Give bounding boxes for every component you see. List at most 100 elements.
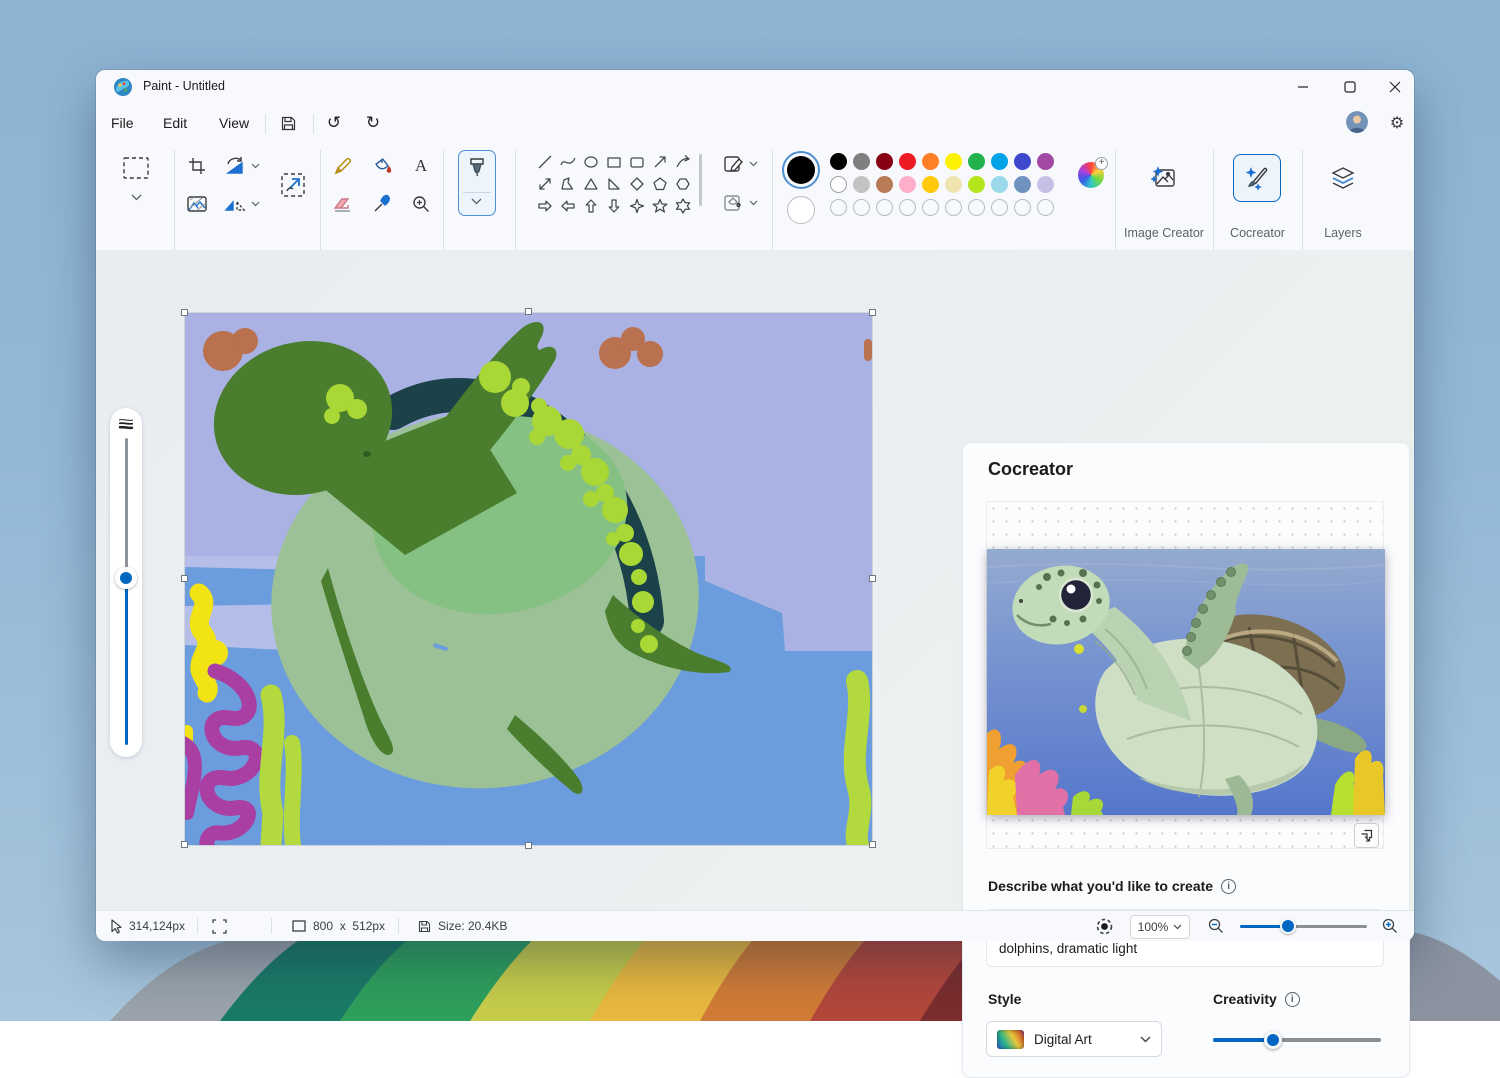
selection-handle[interactable] xyxy=(869,575,876,582)
shape-two-way-arrow[interactable] xyxy=(533,173,556,194)
crop-button[interactable] xyxy=(182,152,212,180)
color-swatch[interactable] xyxy=(945,153,962,170)
color-swatch[interactable] xyxy=(876,176,893,193)
color-swatch[interactable] xyxy=(830,176,847,193)
menu-view[interactable]: View xyxy=(213,110,255,136)
color-swatch[interactable] xyxy=(1014,199,1031,216)
color-swatch[interactable] xyxy=(853,153,870,170)
selection-handle[interactable] xyxy=(181,841,188,848)
shape-curved-arrow[interactable] xyxy=(671,151,694,172)
selection-handle[interactable] xyxy=(869,841,876,848)
style-dropdown[interactable]: Digital Art xyxy=(986,1021,1162,1057)
generated-turtle-image[interactable] xyxy=(987,549,1385,815)
color-swatch[interactable] xyxy=(922,153,939,170)
eraser-tool-button[interactable] xyxy=(327,190,359,218)
account-avatar[interactable] xyxy=(1346,111,1368,133)
flip-button[interactable] xyxy=(220,190,250,218)
text-tool-button[interactable]: A xyxy=(405,152,437,180)
menu-file[interactable]: File xyxy=(105,110,140,136)
undo-button[interactable]: ↺ xyxy=(320,110,348,136)
shape-up-block-arrow[interactable] xyxy=(579,195,602,216)
shape-fill-button[interactable] xyxy=(721,191,747,215)
color-swatch[interactable] xyxy=(945,176,962,193)
fit-to-screen-button[interactable] xyxy=(1096,911,1113,941)
shape-curve[interactable] xyxy=(556,151,579,172)
color-swatch[interactable] xyxy=(991,176,1008,193)
color-swatch[interactable] xyxy=(922,199,939,216)
shape-six-point-star[interactable] xyxy=(671,195,694,216)
creativity-slider[interactable] xyxy=(1213,1031,1381,1049)
shape-hexagon[interactable] xyxy=(671,173,694,194)
shape-outline-button[interactable] xyxy=(721,152,747,176)
color-swatch[interactable] xyxy=(991,199,1008,216)
redo-button[interactable]: ↻ xyxy=(359,110,387,136)
shape-left-block-arrow[interactable] xyxy=(556,195,579,216)
shape-pentagon[interactable] xyxy=(648,173,671,194)
zoom-slider-handle[interactable] xyxy=(1280,918,1296,934)
minimize-button[interactable] xyxy=(1281,70,1325,104)
color-swatch[interactable] xyxy=(876,199,893,216)
shape-fill-chevron[interactable] xyxy=(746,197,760,209)
background-color-swatch[interactable] xyxy=(787,196,815,224)
shape-five-point-star[interactable] xyxy=(648,195,671,216)
describe-info-icon[interactable]: i xyxy=(1221,879,1236,894)
color-swatch[interactable] xyxy=(945,199,962,216)
shape-outline-chevron[interactable] xyxy=(746,158,760,170)
resize-image-button[interactable] xyxy=(276,168,310,202)
shape-rounded-rectangle[interactable] xyxy=(625,151,648,172)
shape-right-triangle[interactable] xyxy=(602,173,625,194)
brushes-dropdown-chevron[interactable] xyxy=(471,198,482,205)
color-swatch[interactable] xyxy=(899,176,916,193)
settings-gear-icon[interactable]: ⚙ xyxy=(1384,109,1410,135)
color-swatch[interactable] xyxy=(968,176,985,193)
selection-handle[interactable] xyxy=(181,309,188,316)
close-button[interactable] xyxy=(1373,70,1417,104)
maximize-button[interactable] xyxy=(1328,70,1372,104)
shape-arrow[interactable] xyxy=(648,151,671,172)
remove-background-button[interactable] xyxy=(182,190,212,218)
color-swatch[interactable] xyxy=(899,153,916,170)
magnifier-tool-button[interactable] xyxy=(405,190,437,218)
color-swatch[interactable] xyxy=(991,153,1008,170)
selection-tool-button[interactable] xyxy=(118,152,154,184)
shape-diamond[interactable] xyxy=(625,173,648,194)
rotate-button[interactable] xyxy=(220,152,250,180)
shape-ellipse[interactable] xyxy=(579,151,602,172)
drawing-canvas[interactable] xyxy=(185,313,872,845)
shape-right-block-arrow[interactable] xyxy=(533,195,556,216)
color-swatch[interactable] xyxy=(1014,176,1031,193)
creativity-slider-handle[interactable] xyxy=(1264,1031,1282,1049)
color-swatch[interactable] xyxy=(876,153,893,170)
eyedropper-tool-button[interactable] xyxy=(366,190,398,218)
thickness-slider-handle[interactable] xyxy=(115,567,137,589)
shape-polygon[interactable] xyxy=(556,173,579,194)
color-swatch[interactable] xyxy=(853,176,870,193)
thickness-slider[interactable] xyxy=(110,408,142,757)
color-swatch[interactable] xyxy=(968,199,985,216)
shape-triangle[interactable] xyxy=(579,173,602,194)
selection-handle[interactable] xyxy=(181,575,188,582)
color-swatch[interactable] xyxy=(968,153,985,170)
rotate-dropdown-chevron[interactable] xyxy=(248,159,262,173)
shape-line[interactable] xyxy=(533,151,556,172)
shapes-scrollbar[interactable] xyxy=(699,154,702,206)
shape-rectangle[interactable] xyxy=(602,151,625,172)
color-swatch[interactable] xyxy=(853,199,870,216)
zoom-out-button[interactable] xyxy=(1208,911,1224,941)
color-swatch[interactable] xyxy=(1014,153,1031,170)
shape-down-block-arrow[interactable] xyxy=(602,195,625,216)
color-swatch[interactable] xyxy=(1037,199,1054,216)
selection-handle[interactable] xyxy=(525,308,532,315)
copy-to-canvas-button[interactable] xyxy=(1354,823,1379,848)
color-swatch[interactable] xyxy=(1037,153,1054,170)
cocreator-button[interactable] xyxy=(1233,154,1281,202)
selection-handle[interactable] xyxy=(869,309,876,316)
shape-four-point-star[interactable] xyxy=(625,195,648,216)
creativity-info-icon[interactable]: i xyxy=(1285,992,1300,1007)
brushes-button[interactable] xyxy=(458,150,496,216)
selection-dropdown-chevron[interactable] xyxy=(126,190,146,204)
pencil-tool-button[interactable] xyxy=(327,152,359,180)
edit-colors-wheel[interactable]: + xyxy=(1078,162,1106,190)
color-swatch[interactable] xyxy=(899,199,916,216)
foreground-color-swatch[interactable] xyxy=(782,151,820,189)
